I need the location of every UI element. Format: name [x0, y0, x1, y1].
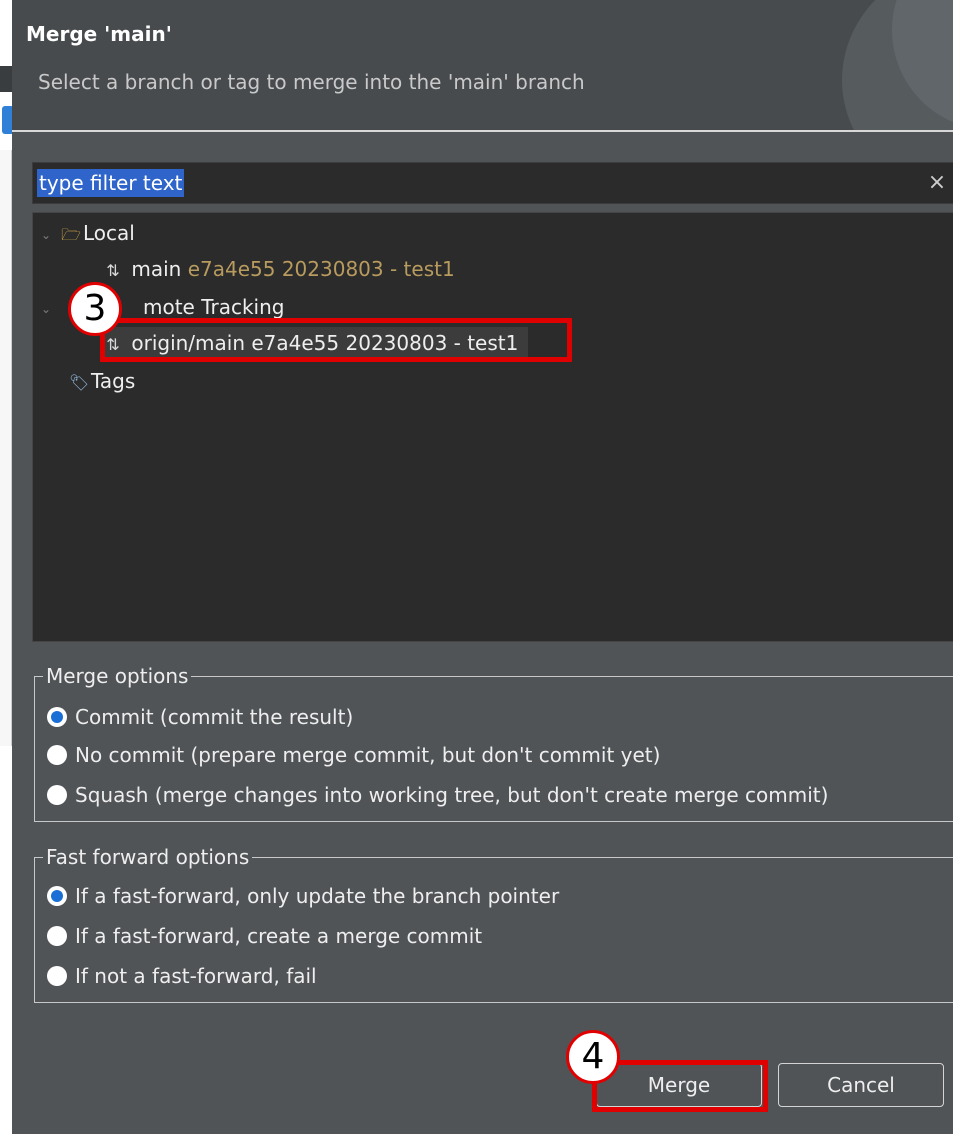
branch-meta: e7a4e55 20230803 - test1 — [187, 257, 455, 281]
background-panel — [0, 150, 12, 746]
radio-ff-merge-commit-label[interactable]: If a fast-forward, create a merge commit — [75, 924, 482, 948]
radio-ff-update[interactable]: If a fast-forward, only update the branc… — [47, 880, 559, 912]
annotation-step-3: 3 — [68, 282, 122, 336]
cancel-button[interactable]: Cancel — [778, 1063, 944, 1107]
annotation-box-remote-branch — [100, 318, 572, 362]
radio-squash[interactable]: Squash (merge changes into working tree,… — [47, 779, 828, 811]
tree-node-tags-label: Tags — [91, 369, 136, 393]
filter-input[interactable]: type filter text × — [32, 162, 953, 204]
merge-options-group: Merge options Commit (commit the result)… — [34, 663, 953, 822]
dialog-subtitle: Select a branch or tag to merge into the… — [38, 70, 585, 94]
tags-icon: 🏷 — [68, 372, 90, 392]
radio-no-commit[interactable]: No commit (prepare merge commit, but don… — [47, 739, 660, 771]
annotation-box-merge-button — [592, 1060, 768, 1112]
radio-ff-fail[interactable]: If not a fast-forward, fail — [47, 960, 317, 992]
branch-name: main — [131, 257, 182, 281]
radio-ff-fail-label[interactable]: If not a fast-forward, fail — [75, 964, 317, 988]
radio-no-commit-label[interactable]: No commit (prepare merge commit, but don… — [75, 743, 660, 767]
fast-forward-options-legend: Fast forward options — [43, 844, 253, 870]
tree-node-tags[interactable]: 🏷Tags — [67, 365, 135, 397]
radio-ff-fail-dot[interactable] — [47, 966, 67, 986]
radio-commit-label[interactable]: Commit (commit the result) — [75, 705, 353, 729]
tree-node-local-main[interactable]: ⇅ main e7a4e55 20230803 - test1 — [101, 253, 455, 285]
branch-icon: ⇅ — [106, 260, 120, 280]
radio-ff-update-dot[interactable] — [47, 886, 67, 906]
radio-ff-update-label[interactable]: If a fast-forward, only update the branc… — [75, 884, 559, 908]
tree-node-local-label: Local — [83, 221, 135, 245]
radio-squash-label[interactable]: Squash (merge changes into working tree,… — [75, 783, 828, 807]
clear-filter-icon[interactable]: × — [925, 171, 949, 195]
folder-icon: 🗁 — [61, 224, 81, 244]
dialog-header: Merge 'main' Select a branch or tag to m… — [12, 0, 953, 132]
annotation-step-4: 4 — [566, 1030, 620, 1084]
radio-no-commit-dot[interactable] — [47, 745, 67, 765]
chevron-down-icon[interactable]: ⌄ — [41, 219, 59, 251]
radio-commit-dot[interactable] — [47, 707, 67, 727]
merge-dialog: Merge 'main' Select a branch or tag to m… — [12, 0, 953, 1134]
fast-forward-options-group: Fast forward options If a fast-forward, … — [34, 844, 953, 1003]
merge-options-legend: Merge options — [43, 663, 192, 689]
radio-ff-merge-commit-dot[interactable] — [47, 926, 67, 946]
tree-node-remote-label: mote Tracking — [143, 295, 285, 319]
header-divider — [12, 130, 953, 132]
radio-squash-dot[interactable] — [47, 785, 67, 805]
radio-ff-merge-commit[interactable]: If a fast-forward, create a merge commit — [47, 920, 482, 952]
branch-tree[interactable]: ⌄ 🗁 Local ⇅ main e7a4e55 20230803 - test1 … — [32, 212, 953, 642]
tree-node-local[interactable]: ⌄ 🗁 Local — [41, 217, 135, 249]
radio-commit[interactable]: Commit (commit the result) — [47, 701, 353, 733]
chevron-down-icon[interactable]: ⌄ — [41, 293, 59, 325]
filter-input-text[interactable]: type filter text — [37, 169, 185, 197]
dialog-title: Merge 'main' — [26, 22, 172, 46]
